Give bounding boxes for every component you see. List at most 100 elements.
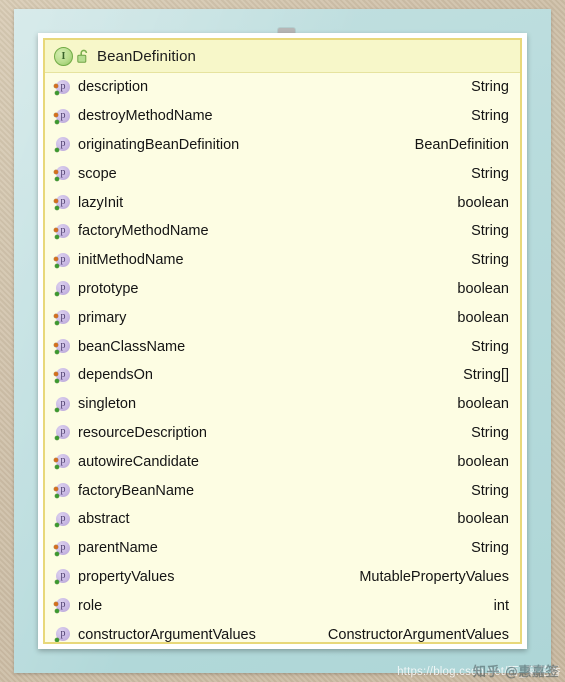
readable-dot-icon xyxy=(55,292,59,297)
member-row[interactable]: p factoryBeanName String xyxy=(45,476,520,505)
property-icon: p xyxy=(54,453,71,470)
readable-dot-icon xyxy=(55,609,59,614)
member-row[interactable]: p scope String xyxy=(45,159,520,188)
member-row[interactable]: p constructorArgumentValues ConstructorArg… xyxy=(45,620,520,643)
member-name: scope xyxy=(78,165,117,182)
member-type: String xyxy=(471,79,509,96)
readable-dot-icon xyxy=(55,551,59,556)
property-icon: p xyxy=(54,338,71,355)
member-type: String[] xyxy=(463,367,509,384)
member-type: String xyxy=(471,165,509,182)
member-name: constructorArgumentValues xyxy=(78,626,256,643)
property-icon: p xyxy=(54,280,71,297)
member-name: factoryMethodName xyxy=(78,223,209,240)
member-type: boolean xyxy=(457,511,509,528)
member-name: prototype xyxy=(78,280,139,297)
member-name: resourceDescription xyxy=(78,424,207,441)
member-type: boolean xyxy=(457,194,509,211)
member-type: ConstructorArgumentValues xyxy=(327,626,509,643)
readable-dot-icon xyxy=(55,321,59,326)
member-row[interactable]: p dependsOn String[] xyxy=(45,361,520,390)
member-name: role xyxy=(78,597,103,614)
readable-dot-icon xyxy=(55,177,59,182)
writable-dot-icon xyxy=(54,544,58,549)
member-type: String xyxy=(471,338,509,355)
readable-dot-icon xyxy=(55,494,59,499)
member-type: String xyxy=(471,252,509,269)
writable-dot-icon xyxy=(54,112,58,117)
member-type: BeanDefinition xyxy=(414,136,509,153)
member-row[interactable]: p initMethodName String xyxy=(45,246,520,275)
property-icon: p xyxy=(54,540,71,557)
member-name: factoryBeanName xyxy=(78,482,195,499)
member-type: boolean xyxy=(457,453,509,470)
readable-dot-icon xyxy=(55,638,59,642)
readable-dot-icon xyxy=(55,465,59,470)
member-name: originatingBeanDefinition xyxy=(78,136,240,153)
readable-dot-icon xyxy=(55,436,59,441)
property-icon: p xyxy=(54,223,71,240)
member-name: beanClassName xyxy=(78,338,186,355)
property-icon: p xyxy=(54,396,71,413)
members-popup-body: I BeanDefinition p description String p dest… xyxy=(43,38,522,644)
readable-dot-icon xyxy=(55,407,59,412)
readable-dot-icon xyxy=(55,119,59,124)
member-type: String xyxy=(471,482,509,499)
property-icon: p xyxy=(54,597,71,614)
interface-icon-letter: I xyxy=(61,50,66,62)
member-row[interactable]: p propertyValues MutablePropertyValues xyxy=(45,563,520,592)
property-icon: p xyxy=(54,108,71,125)
member-row[interactable]: p destroyMethodName String xyxy=(45,102,520,131)
readable-dot-icon xyxy=(55,522,59,527)
member-row[interactable]: p abstract boolean xyxy=(45,505,520,534)
desktop-background: I BeanDefinition p description String p dest… xyxy=(0,0,565,682)
zhihu-watermark: 知乎 @惠嘉签 xyxy=(472,665,559,680)
member-name: destroyMethodName xyxy=(78,108,213,125)
popup-title: BeanDefinition xyxy=(97,47,196,65)
property-icon: p xyxy=(54,511,71,528)
readable-dot-icon xyxy=(55,263,59,268)
member-row[interactable]: p singleton boolean xyxy=(45,390,520,419)
member-name: primary xyxy=(78,309,127,326)
member-name: parentName xyxy=(78,540,158,557)
member-row[interactable]: p resourceDescription String xyxy=(45,419,520,448)
member-list[interactable]: p description String p destroyMethodName Stri… xyxy=(45,73,520,643)
readable-dot-icon xyxy=(55,90,59,95)
readable-dot-icon xyxy=(55,234,59,239)
member-name: autowireCandidate xyxy=(78,453,199,470)
member-name: lazyInit xyxy=(78,194,124,211)
member-type: String xyxy=(471,424,509,441)
member-row[interactable]: p originatingBeanDefinition BeanDefinition xyxy=(45,131,520,160)
member-type: String xyxy=(471,223,509,240)
member-row[interactable]: p description String xyxy=(45,73,520,102)
property-icon: p xyxy=(54,309,71,326)
readable-dot-icon xyxy=(55,206,59,211)
readable-dot-icon xyxy=(55,148,59,153)
property-icon: p xyxy=(54,194,71,211)
member-type: boolean xyxy=(457,280,509,297)
writable-dot-icon xyxy=(54,227,58,232)
property-icon: p xyxy=(54,136,71,153)
interface-icon: I xyxy=(54,46,73,66)
member-type: MutablePropertyValues xyxy=(359,568,509,585)
readable-dot-icon xyxy=(55,580,59,585)
member-row[interactable]: p factoryMethodName String xyxy=(45,217,520,246)
property-icon: p xyxy=(54,626,71,642)
member-name: initMethodName xyxy=(78,252,184,269)
readable-dot-icon xyxy=(55,378,59,383)
member-name: propertyValues xyxy=(78,568,175,585)
member-row[interactable]: p primary boolean xyxy=(45,303,520,332)
member-row[interactable]: p prototype boolean xyxy=(45,275,520,304)
member-row[interactable]: p beanClassName String xyxy=(45,332,520,361)
member-row[interactable]: p autowireCandidate boolean xyxy=(45,447,520,476)
member-row[interactable]: p lazyInit boolean xyxy=(45,188,520,217)
member-row[interactable]: p role int xyxy=(45,591,520,620)
member-row[interactable]: p parentName String xyxy=(45,534,520,563)
property-icon: p xyxy=(54,568,71,585)
writable-dot-icon xyxy=(54,256,58,261)
popup-header: I BeanDefinition xyxy=(45,40,520,73)
unlocked-padlock-icon xyxy=(77,49,90,64)
property-icon: p xyxy=(54,482,71,499)
members-popup: I BeanDefinition p description String p dest… xyxy=(38,33,527,649)
member-name: dependsOn xyxy=(78,367,153,384)
